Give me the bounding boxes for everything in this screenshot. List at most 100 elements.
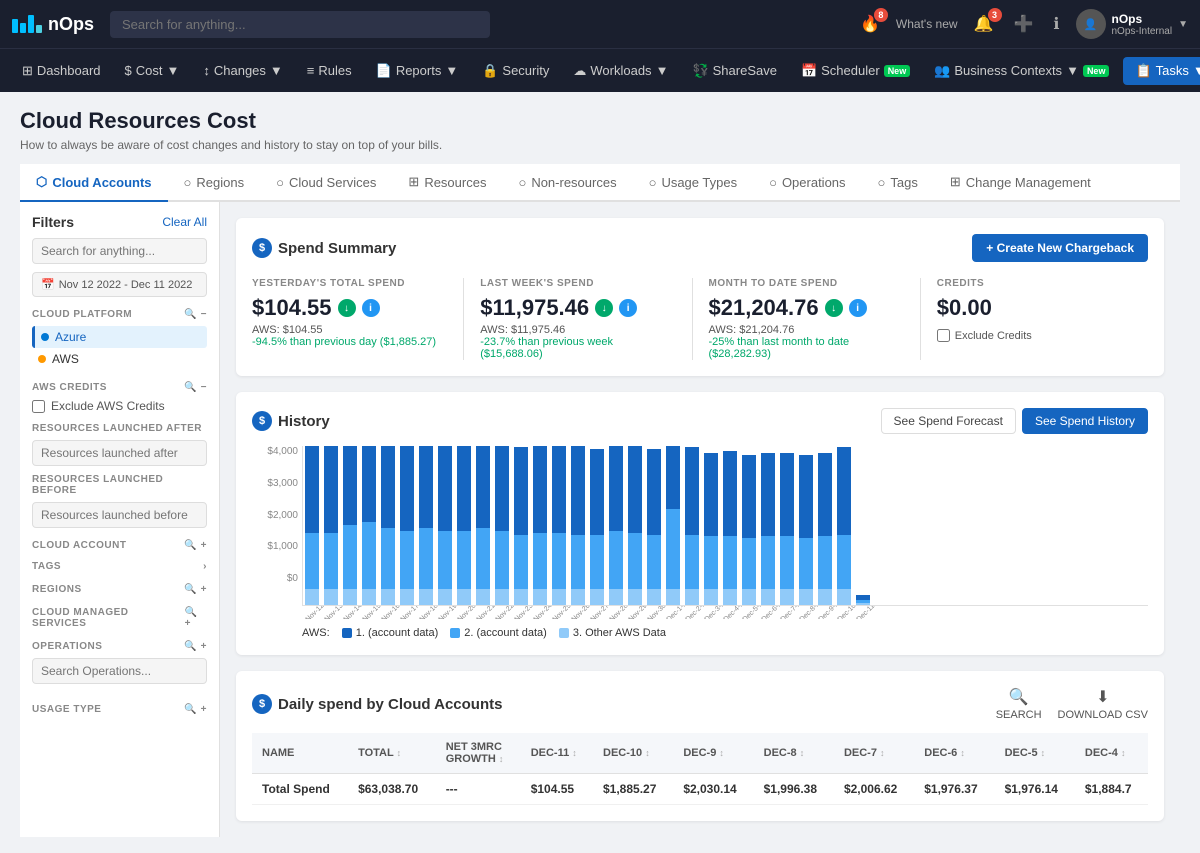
scheduler-new-badge: New xyxy=(884,65,911,77)
change-management-tab-icon: ⊞ xyxy=(950,174,961,190)
tab-change-management[interactable]: ⊞ Change Management xyxy=(934,164,1107,202)
col-dec9[interactable]: DEC-9 ↕ xyxy=(673,733,753,774)
cloud-accounts-label: Cloud Accounts xyxy=(52,175,151,190)
bar-group xyxy=(398,446,416,605)
bar-seg-med xyxy=(305,533,319,589)
exclude-aws-credits-checkbox[interactable] xyxy=(32,400,45,413)
spend-forecast-button[interactable]: See Spend Forecast xyxy=(881,408,1016,434)
operations-search-input[interactable] xyxy=(32,658,207,684)
sidebar-item-workloads[interactable]: ☁ Workloads ▼ xyxy=(563,55,678,87)
col-name[interactable]: NAME xyxy=(252,733,348,774)
sidebar-item-reports[interactable]: 📄 Reports ▼ xyxy=(366,55,469,87)
sidebar-item-changes[interactable]: ↕ Changes ▼ xyxy=(193,55,292,86)
search-input[interactable] xyxy=(110,11,490,38)
plus-icon-btn[interactable]: ➕ xyxy=(1010,10,1038,38)
bell-icon-btn[interactable]: 🔔 3 xyxy=(970,10,998,38)
bar-seg-dark xyxy=(780,453,794,536)
sidebar-item-rules[interactable]: ≡ Rules xyxy=(297,55,362,86)
resources-after-input[interactable] xyxy=(32,440,207,466)
aws-credits-label: AWS Credits xyxy=(32,382,107,393)
tab-tags[interactable]: ○ Tags xyxy=(862,164,934,202)
exclude-credits-label: Exclude Credits xyxy=(955,330,1032,342)
tags-section[interactable]: Tags › xyxy=(32,561,207,572)
exclude-credits-checkbox[interactable] xyxy=(937,329,950,342)
col-dec10[interactable]: DEC-10 ↕ xyxy=(593,733,673,774)
tab-usage-types[interactable]: ○ Usage Types xyxy=(633,164,754,202)
tab-cloud-services[interactable]: ○ Cloud Services xyxy=(260,164,392,202)
create-chargeback-button[interactable]: + Create New Chargeback xyxy=(972,234,1148,262)
table-body: Total Spend$63,038.70---$104.55$1,885.27… xyxy=(252,774,1148,805)
date-range-picker[interactable]: 📅 Nov 12 2022 - Dec 11 2022 xyxy=(32,272,207,297)
tasks-button[interactable]: 📋 Tasks ▼ xyxy=(1123,57,1200,85)
bar-seg-med xyxy=(780,536,794,589)
sidebar-item-scheduler[interactable]: 📅 Scheduler New xyxy=(791,55,920,87)
calendar-icon: 📅 xyxy=(41,278,55,291)
col-growth[interactable]: NET 3MRCGROWTH ↕ xyxy=(436,733,521,774)
bar-seg-med xyxy=(609,531,623,589)
dec4-sort-icon: ↕ xyxy=(1121,748,1126,758)
whats-new-button[interactable]: What's new xyxy=(896,17,958,31)
spend-summary-header: $ Spend Summary + Create New Chargeback xyxy=(252,234,1148,262)
col-dec11[interactable]: DEC-11 ↕ xyxy=(521,733,593,774)
bar-seg-light xyxy=(343,589,357,605)
changes-icon: ↕ xyxy=(203,63,210,78)
sidebar-search-input[interactable] xyxy=(32,238,207,264)
search-button[interactable]: 🔍 SEARCH xyxy=(996,687,1042,721)
bar-seg-light xyxy=(590,589,604,605)
platform-azure[interactable]: Azure xyxy=(32,326,207,348)
logo[interactable]: nOps xyxy=(12,14,94,35)
bar-group xyxy=(607,446,625,605)
bar-seg-dark xyxy=(400,446,414,531)
metric-lastweek-label: Last Week's Spend xyxy=(480,278,675,289)
bar-seg-light xyxy=(742,589,756,605)
sidebar-item-sharesave[interactable]: 💱 ShareSave xyxy=(682,55,787,87)
resources-before-input[interactable] xyxy=(32,502,207,528)
info-icon-btn[interactable]: ℹ xyxy=(1049,10,1063,38)
cloud-managed-add-icon[interactable]: 🔍 + xyxy=(185,607,207,629)
sidebar-item-dashboard[interactable]: ⊞ Dashboard xyxy=(12,55,111,87)
regions-section: Regions 🔍 + xyxy=(32,584,207,595)
spend-metrics: Yesterday's Total Spend $104.55 ↓ i AWS:… xyxy=(252,278,1148,360)
search-icon[interactable]: 🔍 − xyxy=(184,309,207,320)
daily-spend-actions: 🔍 SEARCH ⬇ DOWNLOAD CSV xyxy=(996,687,1148,721)
exclude-aws-credits[interactable]: Exclude AWS Credits xyxy=(32,399,207,413)
download-csv-button[interactable]: ⬇ DOWNLOAD CSV xyxy=(1058,687,1148,721)
clear-all-button[interactable]: Clear All xyxy=(162,215,207,229)
bar-seg-med xyxy=(438,531,452,589)
tab-non-resources[interactable]: ○ Non-resources xyxy=(502,164,632,202)
col-dec5[interactable]: DEC-5 ↕ xyxy=(995,733,1075,774)
bar-seg-med xyxy=(343,525,357,589)
fire-icon-btn[interactable]: 🔥 8 xyxy=(856,10,884,38)
operations-add-icon[interactable]: 🔍 + xyxy=(184,641,207,652)
sidebar-item-cost[interactable]: $ Cost ▼ xyxy=(115,55,190,86)
aws-credits-icon[interactable]: 🔍 − xyxy=(184,382,207,393)
regions-add-icon[interactable]: 🔍 + xyxy=(184,584,207,595)
daily-spend-header: $ Daily spend by Cloud Accounts 🔍 SEARCH… xyxy=(252,687,1148,721)
bar-group xyxy=(835,446,853,605)
metric-lastweek-value: $11,975.46 ↓ i xyxy=(480,295,675,321)
col-total[interactable]: TOTAL ↕ xyxy=(348,733,436,774)
bar-seg-med xyxy=(628,533,642,589)
legend-item-1: 1. (account data) xyxy=(342,627,439,639)
dec9-sort-icon: ↕ xyxy=(719,748,724,758)
nav-right: 🔥 8 What's new 🔔 3 ➕ ℹ 👤 nOps nOps-Inter… xyxy=(856,9,1188,39)
tab-cloud-accounts[interactable]: ⬡ Cloud Accounts xyxy=(20,164,168,202)
col-dec7[interactable]: DEC-7 ↕ xyxy=(834,733,914,774)
sidebar-item-security[interactable]: 🔒 Security xyxy=(472,55,559,87)
exclude-credits-checkbox-area[interactable]: Exclude Credits xyxy=(937,329,1132,342)
col-dec4[interactable]: DEC-4 ↕ xyxy=(1075,733,1148,774)
user-area[interactable]: 👤 nOps nOps-Internal ▼ xyxy=(1076,9,1189,39)
bar-group xyxy=(341,446,359,605)
cloud-account-add-icon[interactable]: 🔍 + xyxy=(184,540,207,551)
tab-regions[interactable]: ○ Regions xyxy=(168,164,261,202)
cloud-services-tab-icon: ○ xyxy=(276,175,284,190)
col-dec6[interactable]: DEC-6 ↕ xyxy=(914,733,994,774)
bar-seg-dark xyxy=(723,451,737,536)
usage-type-add-icon[interactable]: 🔍 + xyxy=(184,704,207,715)
platform-aws[interactable]: AWS xyxy=(32,348,207,370)
tab-operations[interactable]: ○ Operations xyxy=(753,164,861,202)
tab-resources[interactable]: ⊞ Resources xyxy=(392,164,502,202)
sidebar-item-business-contexts[interactable]: 👥 Business Contexts ▼ New xyxy=(924,55,1119,87)
col-dec8[interactable]: DEC-8 ↕ xyxy=(754,733,834,774)
spend-history-button[interactable]: See Spend History xyxy=(1022,408,1148,434)
